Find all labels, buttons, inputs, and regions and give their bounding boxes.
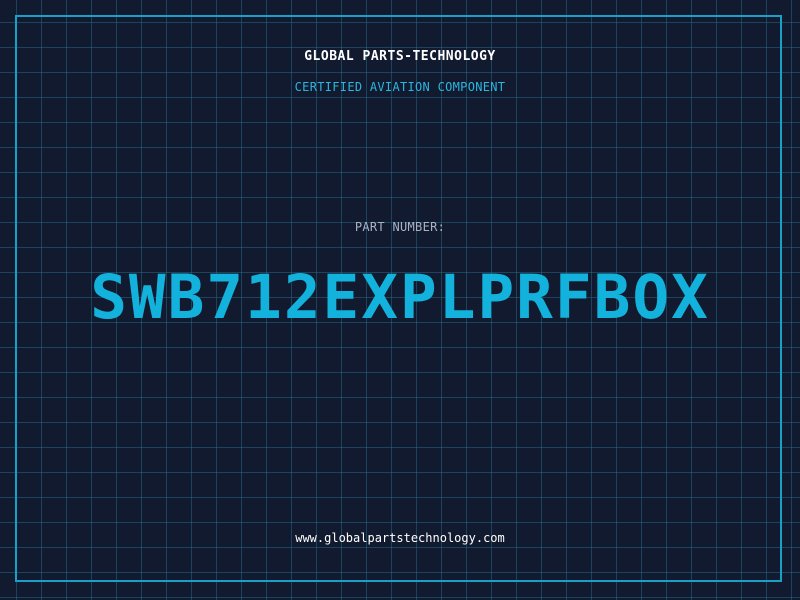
- part-number-label: PART NUMBER:: [354, 220, 446, 234]
- company-name: GLOBAL PARTS-TECHNOLOGY: [304, 49, 496, 64]
- website-url: www.globalpartstechnology.com: [295, 531, 505, 545]
- part-number-value: SWB712EXPLPRFBOX: [90, 262, 710, 333]
- part-number-card: GLOBAL PARTS-TECHNOLOGY CERTIFIED AVIATI…: [0, 0, 800, 600]
- certification-tagline: CERTIFIED AVIATION COMPONENT: [294, 80, 506, 94]
